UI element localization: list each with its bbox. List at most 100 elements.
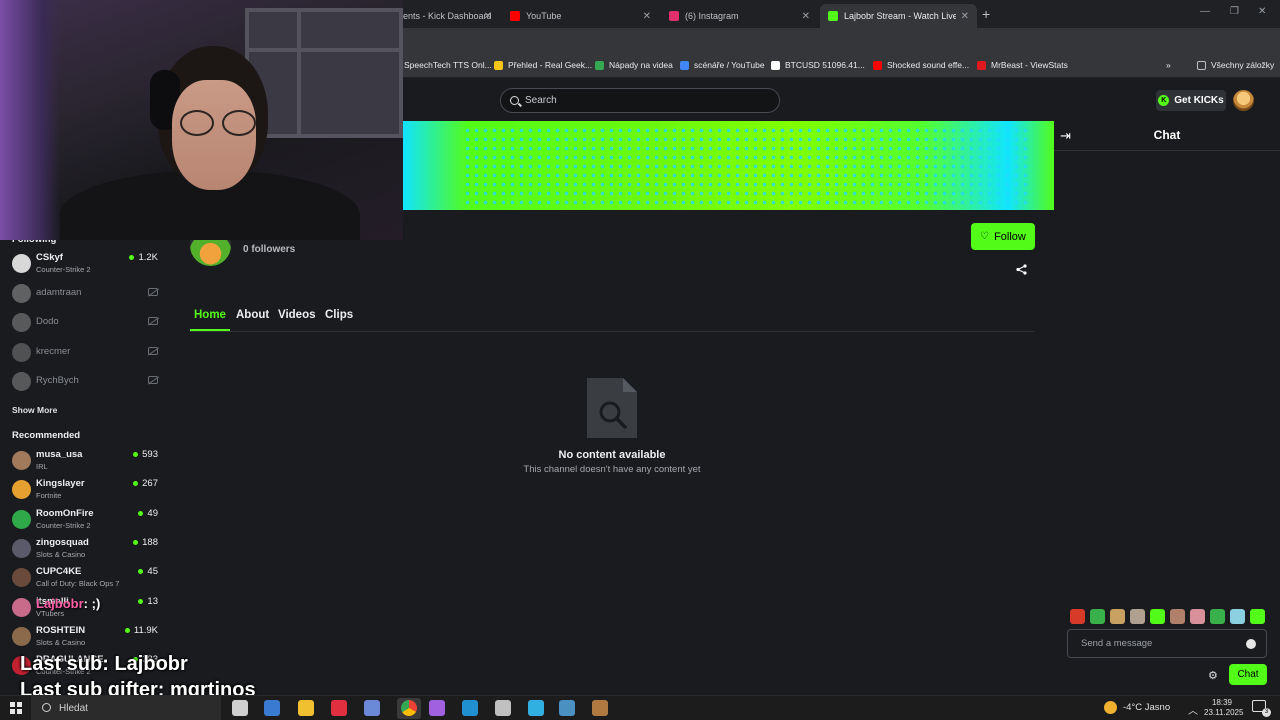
chrome-icon[interactable] [397, 698, 421, 719]
windows-start-icon[interactable] [10, 702, 22, 714]
task-view-icon[interactable] [232, 700, 248, 716]
emote-icon[interactable] [1130, 609, 1145, 624]
browser-tab-lajbobr[interactable]: Lajbobr Stream - Watch Live on ✕ [820, 4, 977, 28]
clock[interactable]: 18:39 23.11.2025 [1204, 698, 1243, 718]
user-avatar[interactable] [1233, 90, 1254, 111]
obs-icon[interactable] [495, 700, 511, 716]
tab-videos[interactable]: Videos [278, 309, 316, 321]
windows-taskbar: Hledat -4°C Jasno ︿ 18:39 23.11.2025 3 [0, 695, 1280, 720]
sidebar-recommended-item[interactable]: musa_usa IRL 593 [0, 446, 170, 475]
emote-icon[interactable] [1110, 609, 1125, 624]
taskbar-search[interactable]: Hledat [31, 696, 221, 720]
bookmarks-overflow-icon[interactable]: » [1166, 60, 1171, 70]
tab-home[interactable]: Home [194, 309, 226, 321]
bookmark-prehled[interactable]: Přehled - Real Geek... [494, 60, 592, 70]
bookmark-label: scénáře / YouTube [694, 60, 765, 70]
window-close-icon[interactable]: ✕ [1258, 6, 1266, 17]
sidebar-following-item[interactable]: Dodo [0, 308, 170, 337]
channel-category: Fortnite [36, 491, 62, 501]
bookmark-btcusd[interactable]: BTCUSD 51096.41... [771, 60, 865, 70]
search-input[interactable]: Search [500, 88, 780, 113]
offline-icon [148, 376, 158, 384]
tab-about[interactable]: About [236, 309, 269, 321]
browser-tab-kick-dashboard[interactable]: ents - Kick Dashboard ✕ [395, 4, 500, 28]
sidebar-recommended-item[interactable]: Kingslayer Fortnite 267 [0, 475, 170, 504]
emoji-icon[interactable] [1246, 639, 1256, 649]
chat-message-input[interactable]: Send a message [1067, 629, 1267, 658]
sidebar-following-item[interactable]: CSkyf Counter-Strike 2 1.2K [0, 249, 170, 278]
sidebar-following-item[interactable]: krecmer [0, 338, 170, 367]
tab-title: Lajbobr Stream - Watch Live on [844, 11, 956, 21]
maximize-icon[interactable]: ❐ [1230, 6, 1239, 17]
bookmark-shocked-sound[interactable]: Shocked sound effe... [873, 60, 969, 70]
sidebar-recommended-item[interactable]: zingosquad Slots & Casino 188 [0, 534, 170, 563]
follow-button[interactable]: ♡ Follow [971, 223, 1035, 250]
channel-avatar-icon [12, 451, 31, 470]
channel-avatar-icon [12, 254, 31, 273]
channel-avatar-icon [12, 626, 31, 646]
clock-time: 18:39 [1211, 698, 1233, 707]
minimize-icon[interactable]: — [1200, 6, 1210, 17]
close-icon[interactable]: ✕ [802, 11, 810, 22]
steam-icon[interactable] [559, 700, 575, 716]
app-red-icon[interactable] [331, 700, 347, 716]
browser-tab-youtube[interactable]: YouTube ✕ [502, 4, 659, 28]
channel-category: Slots & Casino [36, 637, 86, 647]
bookmark-viewstats[interactable]: MrBeast - ViewStats [977, 60, 1068, 70]
app-purple-icon[interactable] [429, 700, 445, 716]
calculator-app-icon[interactable] [264, 700, 280, 716]
follow-label: Follow [994, 230, 1026, 243]
sidebar-recommended-item[interactable]: RoomOnFire Counter-Strike 2 49 [0, 505, 170, 534]
channel-avatar-icon [12, 568, 31, 588]
emote-icon[interactable] [1190, 609, 1205, 624]
emote-icon[interactable] [1210, 609, 1225, 624]
bookmark-napady[interactable]: Nápady na videa [595, 60, 673, 70]
share-icon[interactable] [1016, 264, 1027, 275]
bookmark-all[interactable]: Všechny záložky [1197, 60, 1274, 70]
close-icon[interactable]: ✕ [643, 11, 651, 22]
vegas-icon[interactable] [462, 700, 478, 716]
search-placeholder: Search [525, 95, 557, 106]
channel-name: CSkyf [36, 252, 63, 263]
channel-name: Dodo [36, 316, 59, 327]
folder-icon [1197, 60, 1206, 70]
channel-avatar-icon [12, 538, 31, 558]
close-icon[interactable]: ✕ [961, 11, 969, 22]
show-more-button[interactable]: Show More [12, 405, 57, 415]
weather-widget[interactable]: -4°C Jasno [1104, 701, 1170, 714]
bookmark-speechtech[interactable]: SpeechTech TTS Onl... [404, 60, 492, 70]
search-icon [510, 96, 519, 105]
emote-icon[interactable] [1090, 609, 1105, 624]
new-tab-icon[interactable]: + [982, 6, 990, 22]
sidebar-recommended-item[interactable]: ROSHTEIN Slots & Casino 11.9K [0, 622, 170, 651]
bookmark-scenare[interactable]: scénáře / YouTube [680, 60, 765, 70]
sidebar-following-item[interactable]: RychBych [0, 367, 170, 396]
chat-send-button[interactable]: Chat [1229, 664, 1267, 685]
tab-title: ents - Kick Dashboard [403, 11, 492, 21]
chat-input-placeholder: Send a message [1081, 638, 1153, 649]
gear-icon[interactable]: ⚙ [1208, 669, 1218, 682]
emote-icon[interactable] [1170, 609, 1185, 624]
emote-icon[interactable] [1070, 609, 1085, 624]
viewer-count: 13 [138, 596, 158, 607]
tab-clips[interactable]: Clips [325, 309, 353, 321]
file-explorer-icon[interactable] [298, 700, 314, 716]
emote-icon[interactable] [1150, 609, 1165, 624]
channel-name: zingosquad [36, 536, 89, 548]
chevron-up-icon[interactable]: ︿ [1188, 702, 1198, 717]
browser-tab-instagram[interactable]: (6) Instagram ✕ [661, 4, 818, 28]
recommended-title: Recommended [12, 430, 81, 441]
followers-count: 0 followers [243, 244, 296, 255]
app-blue-icon[interactable] [364, 700, 380, 716]
close-icon[interactable]: ✕ [484, 11, 492, 22]
get-kicks-button[interactable]: K Get KICKs [1156, 90, 1226, 111]
emote-icon[interactable] [1250, 609, 1265, 624]
sidebar-recommended-item[interactable]: CUPC4KE Call of Duty: Black Ops 7 45 [0, 563, 170, 592]
emote-icon[interactable] [1230, 609, 1245, 624]
app-box-icon[interactable] [592, 700, 608, 716]
sheets-icon [595, 60, 604, 70]
app-cyan-icon[interactable] [528, 700, 544, 716]
channel-name: krecmer [36, 345, 71, 357]
notifications-icon[interactable]: 3 [1252, 700, 1271, 717]
sidebar-following-item[interactable]: adamtraan [0, 279, 170, 308]
